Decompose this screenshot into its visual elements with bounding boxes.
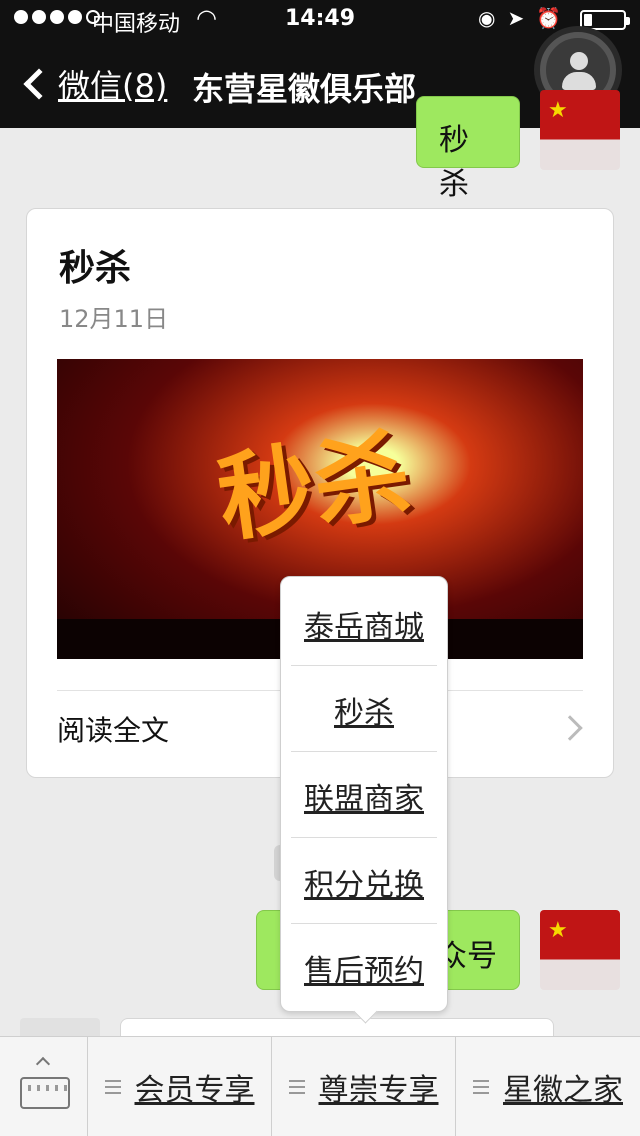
back-chevron-icon: [23, 68, 55, 100]
message-text: 秒杀: [439, 123, 469, 202]
battery-level: [584, 14, 592, 26]
menu-button-member-exclusive[interactable]: 会员专享: [88, 1037, 272, 1136]
menu-button-label: 会员专享: [134, 1073, 255, 1108]
battery-icon: [580, 10, 630, 30]
menu-button-xinghui-home[interactable]: 星徽之家: [456, 1037, 640, 1136]
submenu-item-points-exchange[interactable]: 积分兑换: [291, 839, 437, 925]
article-date: 12月11日: [59, 305, 169, 333]
divider: [291, 837, 437, 838]
submenu-item-after-sales-booking[interactable]: 售后预约: [291, 925, 437, 1011]
status-bar: 中国移动 ◠ 14:49 ◉ ➤ ⏰: [0, 0, 640, 40]
back-label: 微信(8): [58, 67, 168, 105]
status-icons: ◉ ➤ ⏰: [478, 6, 561, 30]
menu-lines-icon: [104, 1080, 121, 1094]
star-icon: ★: [548, 98, 568, 123]
star-icon: ★: [548, 918, 568, 943]
menu-lines-icon: [288, 1080, 305, 1094]
submenu-item-partner-merchants[interactable]: 联盟商家: [291, 753, 437, 839]
user-avatar[interactable]: ★: [540, 90, 620, 170]
location-arrow-icon: ➤: [507, 6, 525, 30]
read-all-link[interactable]: 阅读全文: [57, 709, 169, 749]
article-title: 秒杀: [59, 248, 132, 289]
bottom-menu-bar: 会员专享 尊崇专享 星徽之家: [0, 1036, 640, 1136]
rotation-lock-icon: ◉: [478, 6, 496, 30]
submenu-popup: 泰岳商城 秒杀 联盟商家 积分兑换 售后预约: [280, 576, 448, 1012]
menu-button-label: 尊崇专享: [318, 1073, 439, 1108]
sent-message-bubble[interactable]: 秒杀: [416, 96, 520, 202]
user-avatar[interactable]: ★: [540, 910, 620, 990]
back-button[interactable]: 微信(8): [20, 58, 167, 110]
keyboard-toggle-button[interactable]: [0, 1037, 88, 1136]
submenu-item-taiyue-mall[interactable]: 泰岳商城: [291, 581, 437, 667]
chevron-right-icon: [557, 715, 583, 741]
divider: [291, 751, 437, 752]
alarm-icon: ⏰: [536, 6, 562, 30]
person-icon: [570, 52, 588, 70]
menu-lines-icon: [473, 1080, 489, 1094]
submenu-item-flash-sale[interactable]: 秒杀: [291, 667, 437, 753]
cover-image-text: 秒杀: [211, 418, 418, 556]
divider: [291, 923, 437, 924]
keyboard-icon: [20, 1077, 70, 1109]
menu-button-label: 星徽之家: [503, 1073, 623, 1108]
menu-button-premium-exclusive[interactable]: 尊崇专享: [272, 1037, 456, 1136]
chat-title: 东营星徽俱乐部: [192, 70, 417, 108]
chevron-up-icon: [35, 1056, 51, 1072]
divider: [291, 665, 437, 666]
